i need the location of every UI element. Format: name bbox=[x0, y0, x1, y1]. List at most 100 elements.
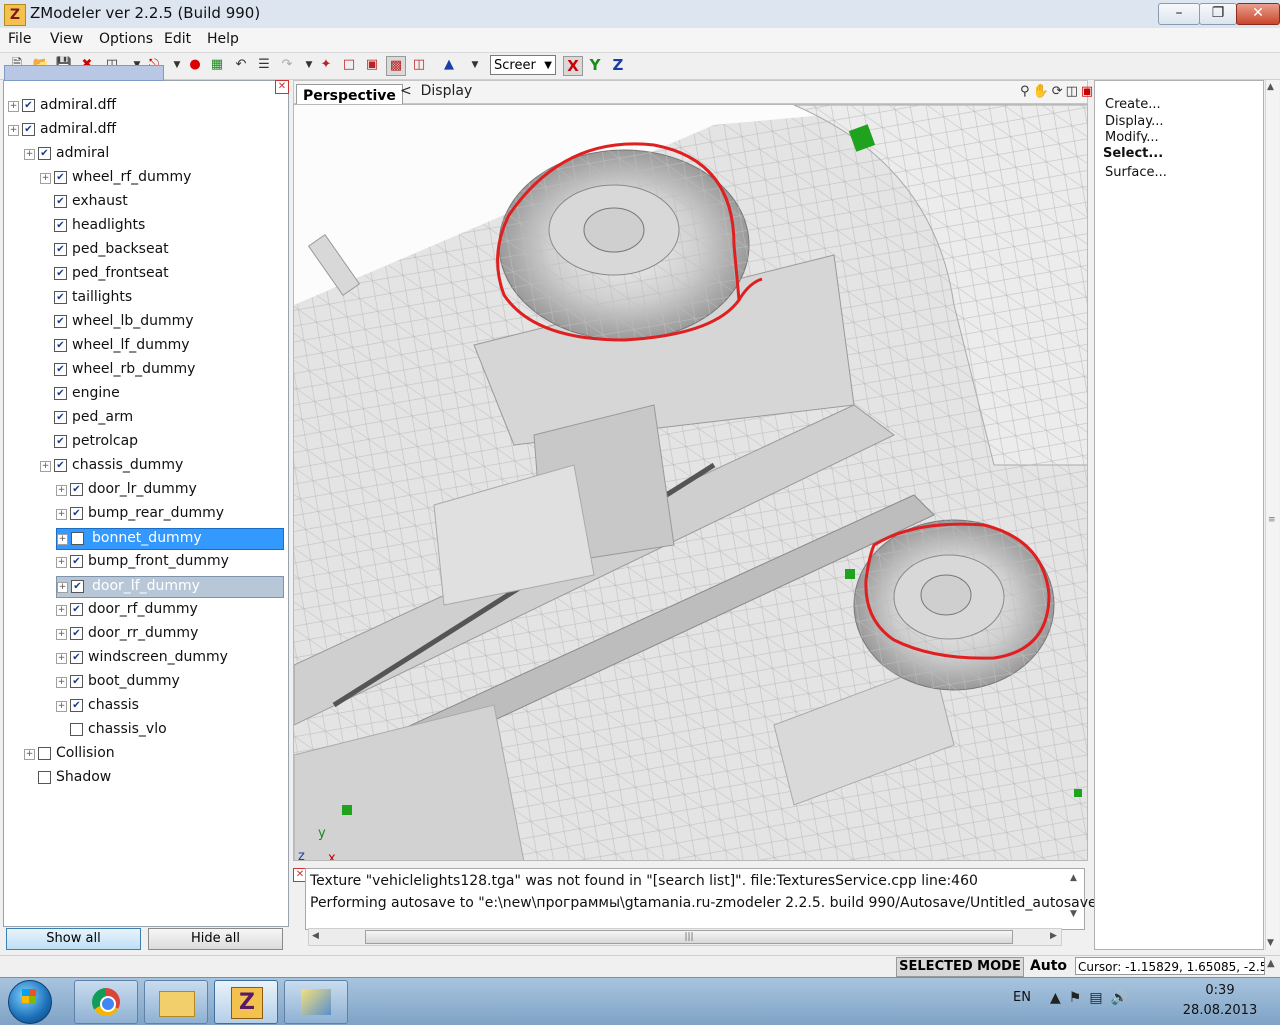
tree-item[interactable]: ✔ petrolcap bbox=[40, 432, 280, 454]
expand-icon[interactable]: + bbox=[40, 173, 51, 184]
undo-icon[interactable]: ↶ bbox=[232, 56, 250, 74]
tree-item[interactable]: ✔ taillights bbox=[40, 288, 280, 310]
scroll-up-icon[interactable]: ▲ bbox=[1070, 873, 1077, 883]
visibility-checkbox[interactable]: ✔ bbox=[71, 580, 84, 593]
scrollbar-grip[interactable]: ≡ bbox=[1268, 515, 1276, 525]
coordinate-space-select[interactable]: Screer ▼ bbox=[490, 55, 556, 75]
scrollbar-thumb[interactable]: ||| bbox=[365, 930, 1013, 944]
show-all-button[interactable]: Show all bbox=[6, 928, 141, 950]
tree-item[interactable]: + bonnet_dummy bbox=[56, 528, 284, 550]
taskbar-app[interactable] bbox=[284, 980, 348, 1024]
dropdown-arrow-icon[interactable]: ▼ bbox=[300, 56, 318, 74]
visibility-checkbox[interactable]: ✔ bbox=[70, 507, 83, 520]
tree-item[interactable]: + ✔ admiral.dff bbox=[8, 96, 280, 118]
visibility-checkbox[interactable]: ✔ bbox=[70, 699, 83, 712]
expand-icon[interactable]: + bbox=[8, 101, 19, 112]
scroll-down-icon[interactable]: ▼ bbox=[1267, 938, 1274, 948]
expand-icon[interactable]: + bbox=[57, 582, 68, 593]
tree-item[interactable]: ✔ ped_backseat bbox=[40, 240, 280, 262]
visibility-checkbox[interactable]: ✔ bbox=[70, 675, 83, 688]
tree-item[interactable]: ✔ ped_frontseat bbox=[40, 264, 280, 286]
face-mode-icon[interactable]: ▣ bbox=[363, 56, 381, 74]
pan-hand-icon[interactable]: ✋ bbox=[1033, 84, 1052, 99]
scroll-up-icon[interactable]: ▲ bbox=[1267, 958, 1275, 969]
visibility-checkbox[interactable]: ✔ bbox=[70, 627, 83, 640]
zoom-icon[interactable]: ⚲ bbox=[1020, 84, 1033, 99]
visibility-checkbox[interactable] bbox=[38, 747, 51, 760]
expand-icon[interactable]: + bbox=[8, 125, 19, 136]
visibility-checkbox[interactable]: ✔ bbox=[38, 147, 51, 160]
tree-item[interactable]: + ✔ door_lf_dummy bbox=[56, 576, 284, 598]
visibility-checkbox[interactable]: ✔ bbox=[54, 315, 67, 328]
expand-icon[interactable]: + bbox=[56, 485, 67, 496]
expand-icon[interactable]: + bbox=[56, 605, 67, 616]
tree-item[interactable]: + Collision bbox=[24, 744, 280, 766]
tree-item[interactable]: + ✔ wheel_rf_dummy bbox=[40, 168, 280, 190]
visibility-checkbox[interactable]: ✔ bbox=[54, 243, 67, 256]
axis-x-toggle[interactable]: X bbox=[563, 56, 583, 76]
display-toggle[interactable]: < Display bbox=[400, 83, 472, 99]
scroll-right-icon[interactable]: ▶ bbox=[1050, 931, 1057, 941]
close-icon[interactable]: ✕ bbox=[275, 80, 289, 94]
taskbar-explorer[interactable] bbox=[144, 980, 208, 1024]
cone-icon[interactable]: ▲ bbox=[440, 56, 458, 74]
language-indicator[interactable]: EN bbox=[1013, 990, 1031, 1005]
tree-item[interactable]: ✔ ped_arm bbox=[40, 408, 280, 430]
visibility-checkbox[interactable]: ✔ bbox=[54, 411, 67, 424]
visibility-checkbox[interactable] bbox=[38, 771, 51, 784]
dropdown-arrow-icon[interactable]: ▼ bbox=[466, 56, 484, 74]
visibility-checkbox[interactable]: ✔ bbox=[70, 651, 83, 664]
command-create[interactable]: Create... bbox=[1105, 97, 1161, 112]
tree-item[interactable]: + ✔ admiral.dff bbox=[8, 120, 280, 142]
visibility-checkbox[interactable] bbox=[70, 723, 83, 736]
expand-icon[interactable]: + bbox=[40, 461, 51, 472]
list-icon[interactable]: ☰ bbox=[255, 56, 273, 74]
tree-item[interactable]: ✔ wheel_lf_dummy bbox=[40, 336, 280, 358]
tree-item[interactable]: Shadow bbox=[24, 768, 280, 790]
visibility-checkbox[interactable]: ✔ bbox=[22, 123, 35, 136]
expand-icon[interactable]: + bbox=[56, 701, 67, 712]
tree-item[interactable]: ✔ headlights bbox=[40, 216, 280, 238]
command-modify[interactable]: Modify... bbox=[1105, 130, 1159, 143]
visibility-checkbox[interactable]: ✔ bbox=[54, 291, 67, 304]
close-window-button[interactable]: ✕ bbox=[1236, 3, 1280, 25]
expand-icon[interactable]: + bbox=[24, 749, 35, 760]
taskbar-zmodeler[interactable]: Z bbox=[214, 980, 278, 1024]
clock-date[interactable]: 28.08.2013 bbox=[1180, 1003, 1260, 1018]
visibility-checkbox[interactable]: ✔ bbox=[54, 435, 67, 448]
object-mode-icon[interactable]: ▩ bbox=[386, 56, 406, 76]
tree-item[interactable]: + ✔ door_rr_dummy bbox=[56, 624, 280, 646]
visibility-checkbox[interactable]: ✔ bbox=[54, 267, 67, 280]
split-icon[interactable]: ◫ bbox=[1066, 84, 1081, 99]
menu-edit[interactable]: Edit bbox=[164, 31, 191, 47]
menu-view[interactable]: View bbox=[50, 31, 83, 47]
visibility-checkbox[interactable] bbox=[71, 532, 84, 545]
box-mode-icon[interactable]: ◫ bbox=[410, 56, 428, 74]
visibility-checkbox[interactable]: ✔ bbox=[70, 483, 83, 496]
vertex-mode-icon[interactable]: ✦ bbox=[317, 56, 335, 74]
expand-icon[interactable]: + bbox=[56, 653, 67, 664]
visibility-checkbox[interactable]: ✔ bbox=[54, 387, 67, 400]
tree-item[interactable]: + ✔ boot_dummy bbox=[56, 672, 280, 694]
expand-icon[interactable]: + bbox=[56, 677, 67, 688]
tree-item[interactable]: + ✔ door_rf_dummy bbox=[56, 600, 280, 622]
visibility-checkbox[interactable]: ✔ bbox=[22, 99, 35, 112]
visibility-checkbox[interactable]: ✔ bbox=[70, 555, 83, 568]
menu-options[interactable]: Options bbox=[99, 31, 153, 47]
axis-z-toggle[interactable]: Z bbox=[609, 56, 627, 74]
visibility-checkbox[interactable]: ✔ bbox=[54, 339, 67, 352]
dropdown-arrow-icon[interactable]: ▼ bbox=[168, 56, 186, 74]
scroll-up-icon[interactable]: ▲ bbox=[1267, 82, 1274, 92]
status-auto[interactable]: Auto bbox=[1026, 957, 1071, 975]
tree-item[interactable]: ✔ exhaust bbox=[40, 192, 280, 214]
expand-icon[interactable]: + bbox=[57, 534, 68, 545]
visibility-checkbox[interactable]: ✔ bbox=[54, 195, 67, 208]
flag-icon[interactable]: ⚑ bbox=[1069, 990, 1090, 1006]
tree-item[interactable]: + ✔ bump_front_dummy bbox=[56, 552, 280, 574]
command-display[interactable]: Display... bbox=[1105, 114, 1163, 129]
scroll-left-icon[interactable]: ◀ bbox=[312, 931, 319, 941]
tree-item[interactable]: + ✔ windscreen_dummy bbox=[56, 648, 280, 670]
tree-item[interactable]: ✔ engine bbox=[40, 384, 280, 406]
tree-item[interactable]: + ✔ bump_rear_dummy bbox=[56, 504, 280, 526]
texture-icon[interactable]: ▦ bbox=[208, 56, 226, 74]
